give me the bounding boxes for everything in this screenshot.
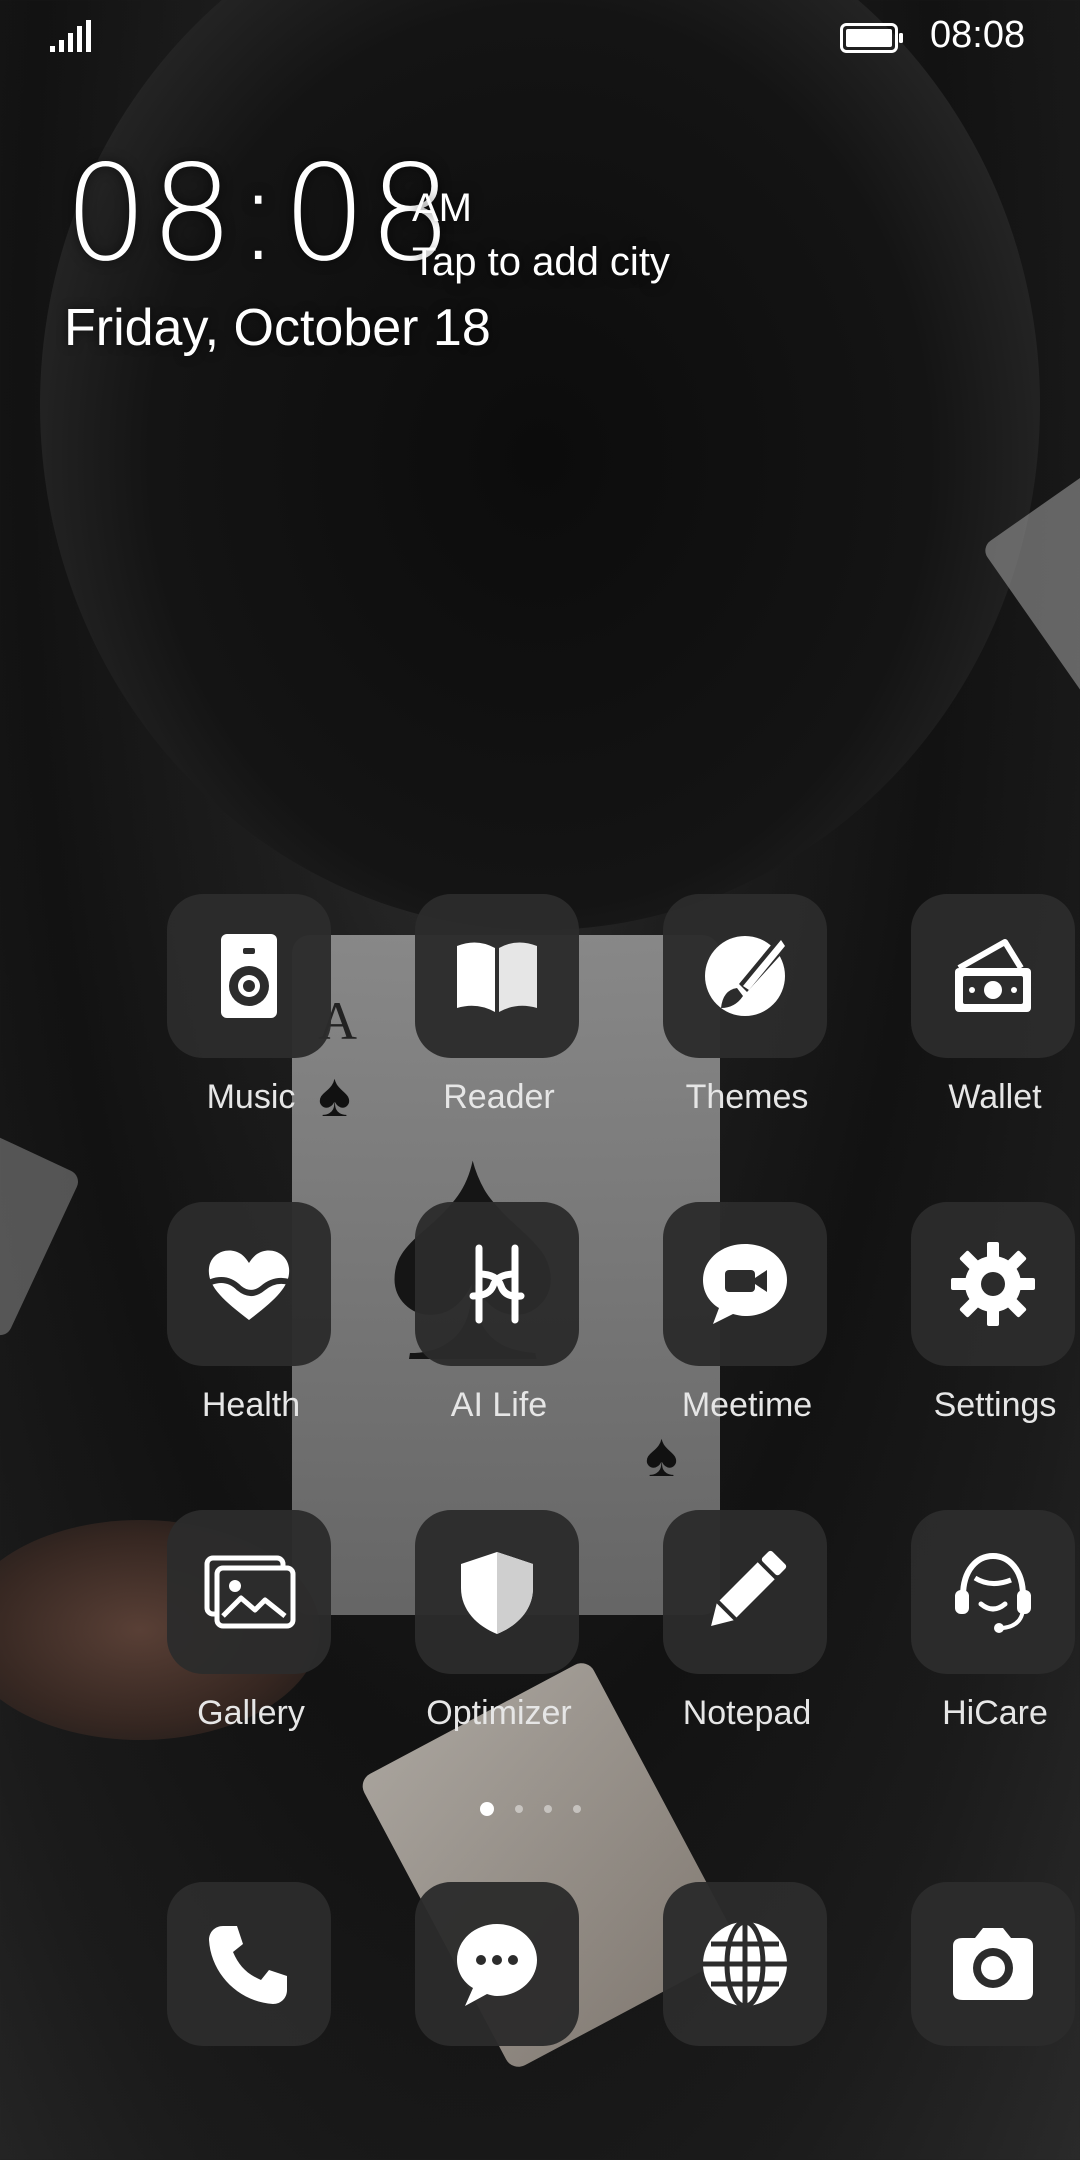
add-city-prompt[interactable]: Tap to add city	[412, 240, 670, 285]
page-dot	[515, 1805, 523, 1813]
app-themes[interactable]: Themes	[637, 894, 857, 1124]
app-optimizer[interactable]: Optimizer	[389, 1510, 609, 1740]
message-icon	[457, 1924, 537, 2006]
battery-icon	[840, 23, 903, 53]
globe-icon	[703, 1919, 787, 2009]
clock-ampm: AM	[412, 186, 472, 230]
app-reader[interactable]: Reader	[389, 894, 609, 1124]
clock-date: Friday, October 18	[64, 299, 491, 357]
heart-icon	[208, 1250, 290, 1320]
headset-icon	[955, 1552, 1031, 1633]
status-time: 08:08	[930, 14, 1026, 56]
book-icon	[457, 942, 537, 1012]
gallery-icon	[204, 1555, 296, 1629]
app-wallet[interactable]: Wallet	[885, 894, 1080, 1124]
app-label: Notepad	[682, 1694, 812, 1732]
pencil-icon	[711, 1550, 787, 1626]
app-label: Optimizer	[426, 1694, 572, 1732]
page-indicator	[480, 1802, 581, 1816]
app-label: Health	[201, 1386, 301, 1424]
status-bar: 08:08	[0, 0, 1080, 74]
page-dot-active	[480, 1802, 494, 1816]
app-label: Reader	[443, 1078, 555, 1116]
camera-icon	[953, 1928, 1033, 2000]
paintbrush-icon	[705, 936, 787, 1016]
app-meetime[interactable]: Meetime	[637, 1202, 857, 1432]
app-label: Meetime	[681, 1386, 813, 1424]
video-chat-icon	[703, 1244, 787, 1324]
wallet-icon	[955, 939, 1031, 1012]
app-gallery[interactable]: Gallery	[141, 1510, 361, 1740]
signal-icon	[50, 20, 91, 52]
page-dot	[573, 1805, 581, 1813]
shield-icon	[461, 1552, 533, 1634]
dock-phone[interactable]	[141, 1882, 361, 2112]
app-settings[interactable]: Settings	[885, 1202, 1080, 1432]
app-label: Themes	[685, 1078, 809, 1116]
app-notepad[interactable]: Notepad	[637, 1510, 857, 1740]
app-label: Settings	[933, 1386, 1057, 1424]
app-label: Music	[206, 1078, 296, 1116]
ai-life-icon	[469, 1244, 525, 1324]
gear-icon	[951, 1242, 1035, 1326]
dock-camera[interactable]	[885, 1882, 1080, 2112]
clock-widget[interactable]: 08:08 AM Tap to add city	[64, 137, 670, 291]
app-label: HiCare	[942, 1694, 1048, 1732]
app-label: AI Life	[450, 1386, 548, 1424]
dock-browser[interactable]	[637, 1882, 857, 2112]
dock-messages[interactable]	[389, 1882, 609, 2112]
clock-time: 08:08	[64, 137, 455, 291]
phone-icon	[209, 1926, 287, 2004]
app-ai-life[interactable]: AI Life	[389, 1202, 609, 1432]
wallpaper-card	[0, 1120, 82, 1340]
app-music[interactable]: Music	[141, 894, 361, 1124]
app-label: Wallet	[948, 1078, 1042, 1116]
page-dot	[544, 1805, 552, 1813]
app-health[interactable]: Health	[141, 1202, 361, 1432]
app-hicare[interactable]: HiCare	[885, 1510, 1080, 1740]
music-speaker-icon	[221, 934, 277, 1018]
app-label: Gallery	[197, 1694, 305, 1732]
